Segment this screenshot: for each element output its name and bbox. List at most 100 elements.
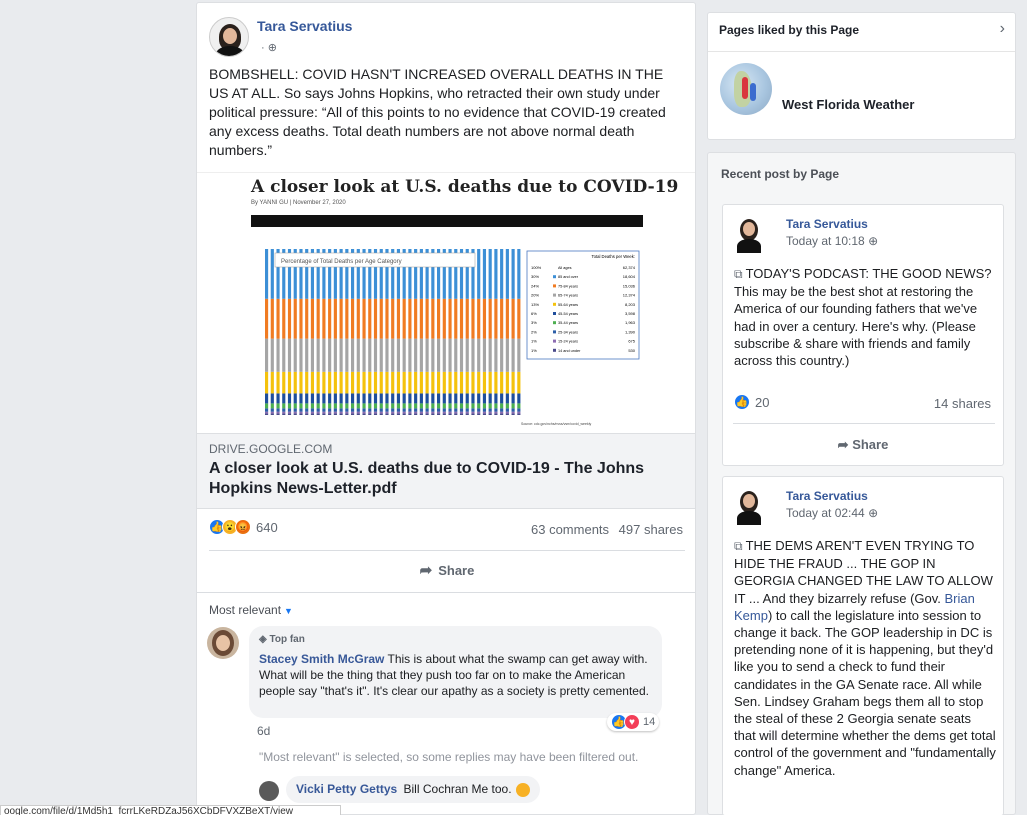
bar-segment: [305, 408, 309, 412]
avatar[interactable]: [209, 17, 249, 57]
avatar[interactable]: [207, 627, 239, 659]
bar-segment: [287, 408, 292, 412]
bar-segment: [368, 408, 372, 412]
bar-segment: [265, 338, 269, 372]
bar-segment: [419, 371, 423, 394]
bar-segment: [494, 393, 498, 404]
bar-segment: [454, 413, 458, 415]
avatar[interactable]: [733, 489, 769, 525]
bar-segment: [270, 403, 274, 409]
reply-author[interactable]: Vicki Petty Gettys: [296, 782, 397, 796]
page-thumbnail[interactable]: [720, 63, 772, 115]
bar-segment: [448, 338, 452, 372]
comment-reactions[interactable]: 👍 ♥ 14: [607, 713, 660, 731]
bar-segment: [316, 338, 320, 372]
bar-segment: [414, 403, 418, 409]
globe-icon[interactable]: · ⊕: [261, 41, 277, 54]
post-author-name[interactable]: Tara Servatius: [257, 18, 352, 34]
bar-segment: [511, 411, 515, 414]
bar-segment: [465, 338, 469, 372]
legend-title: Total Deaths per Week:: [592, 254, 635, 259]
bar-segment: [339, 298, 343, 339]
reaction-summary[interactable]: 👍 😮 😡 640: [209, 519, 278, 535]
bar-segment: [454, 411, 458, 414]
comment-sort-dropdown[interactable]: Most relevant ▼: [209, 603, 293, 617]
bar-segment: [265, 413, 269, 415]
bar-segment: [305, 413, 309, 415]
bar-segment: [282, 403, 286, 409]
bar-segment: [351, 393, 355, 404]
bar-segment: [511, 371, 515, 394]
bar-segment: [459, 413, 464, 415]
link-title[interactable]: A closer look at U.S. deaths due to COVI…: [209, 459, 669, 499]
bar-segment: [425, 413, 429, 415]
bar-segment: [511, 393, 515, 404]
bar-segment: [465, 298, 469, 339]
bar-segment: [356, 393, 360, 404]
liked-page-name[interactable]: West Florida Weather: [782, 97, 914, 112]
share-button[interactable]: ➦ Share: [723, 437, 1003, 453]
bar-segment: [270, 411, 274, 414]
bar-segment: [276, 371, 280, 394]
bar-segment: [454, 408, 458, 412]
bar-segment: [385, 403, 389, 409]
bar-segment: [419, 413, 423, 415]
recent-post-author[interactable]: Tara Servatius: [786, 217, 868, 231]
comments-count[interactable]: 63 comments: [531, 522, 609, 537]
bar-segment: [316, 371, 320, 394]
legend-swatch: [553, 275, 556, 279]
bar-segment: [477, 408, 481, 412]
bar-segment: [373, 403, 378, 409]
legend-value: 1,390: [625, 329, 636, 334]
bar-segment: [396, 298, 401, 339]
bar-segment: [351, 408, 355, 412]
recent-post-likes[interactable]: 👍 20: [734, 394, 769, 410]
pages-liked-card: Pages liked by this Page › West Florida …: [707, 12, 1016, 140]
bar-segment: [454, 403, 458, 409]
bar-segment: [494, 413, 498, 415]
bar-segment: [368, 393, 372, 404]
link-caption[interactable]: DRIVE.GOOGLE.COM A closer look at U.S. d…: [197, 433, 695, 509]
avatar[interactable]: [733, 217, 769, 253]
bar-segment: [385, 371, 389, 394]
chevron-right-icon[interactable]: ›: [1000, 20, 1005, 38]
recent-post-shares[interactable]: 14 shares: [934, 396, 991, 411]
bar-segment: [368, 411, 372, 414]
avatar[interactable]: [259, 781, 279, 801]
bar-segment: [517, 408, 521, 412]
post-author-avatar[interactable]: [209, 17, 249, 57]
bar-segment: [408, 371, 412, 394]
bar-segment: [305, 403, 309, 409]
bar-segment: [287, 338, 292, 372]
legend-swatch: [553, 293, 556, 297]
bar-segment: [276, 411, 280, 414]
bar-segment: [419, 338, 423, 372]
bar-segment: [385, 408, 389, 412]
recent-post-time[interactable]: Today at 10:18 ⊕: [786, 234, 878, 248]
bar-segment: [265, 298, 269, 339]
bar-segment: [373, 298, 378, 339]
legend-value: 530: [628, 348, 635, 353]
bar-segment: [482, 249, 487, 299]
share-button[interactable]: ➦ Share: [197, 561, 695, 579]
bar-segment: [459, 408, 464, 412]
bar-segment: [500, 403, 504, 409]
status-bar-url: oogle.com/file/d/1Md5h1_fcrrLKeRDZaJ56XC…: [0, 805, 341, 815]
shares-count[interactable]: 497 shares: [619, 522, 683, 537]
bar-segment: [425, 371, 429, 394]
bar-segment: [265, 249, 269, 299]
bar-segment: [437, 413, 441, 415]
recent-post-time[interactable]: Today at 02:44 ⊕: [786, 506, 878, 520]
bar-segment: [345, 298, 349, 339]
bar-segment: [488, 403, 492, 409]
comment-timestamp[interactable]: 6d: [257, 724, 270, 738]
legend-value: 62,374: [623, 265, 636, 270]
bar-segment: [454, 371, 458, 394]
bar-segment: [431, 298, 435, 339]
bar-segment: [517, 298, 521, 339]
bar-segment: [345, 338, 349, 372]
comment-author[interactable]: Stacey Smith McGraw: [259, 652, 384, 666]
recent-post-author[interactable]: Tara Servatius: [786, 489, 868, 503]
post-card: Tara Servatius · ⊕ BOMBSHELL: COVID HASN…: [196, 2, 696, 815]
link-preview-image[interactable]: A closer look at U.S. deaths due to COVI…: [197, 172, 695, 433]
